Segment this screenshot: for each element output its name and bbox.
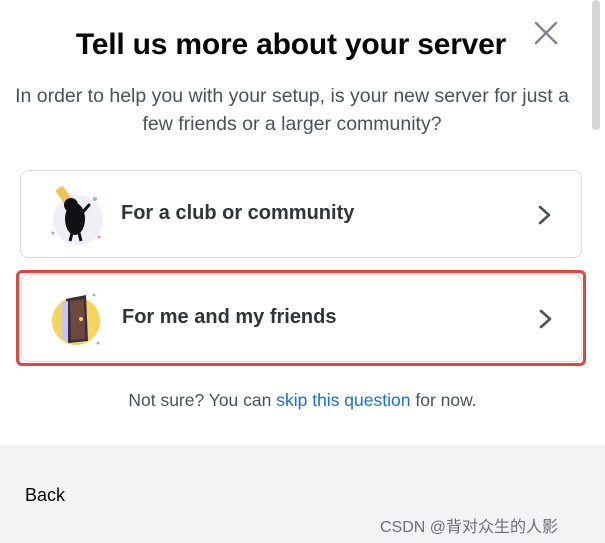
scrollbar[interactable] [592,0,600,130]
footnote-prefix: Not sure? You can [128,390,277,410]
modal-body: Tell us more about your server In order … [0,0,605,445]
page-subtitle: In order to help you with your setup, is… [15,85,569,135]
club-mascot-icon [51,186,103,245]
back-button[interactable]: Back [25,485,65,506]
option-label: For a club or community [121,202,355,224]
option-club-community[interactable]: For a club or community [20,170,582,258]
skip-footnote: Not sure? You can skip this question for… [0,390,605,411]
close-button[interactable] [531,18,561,48]
option-me-and-friends[interactable]: For me and my friends [21,274,582,362]
close-icon [534,21,558,45]
door-icon [52,293,100,345]
watermark: CSDN @背对众生的人影 [380,519,559,536]
chevron-right-icon [538,205,551,225]
chevron-right-icon [539,309,552,329]
modal-footer: Back CSDN @背对众生的人影 [0,445,605,543]
option-label: For me and my friends [122,306,337,328]
footnote-suffix: for now. [410,390,477,410]
skip-question-link[interactable]: skip this question [276,390,410,410]
page-title: Tell us more about your server [75,28,507,61]
